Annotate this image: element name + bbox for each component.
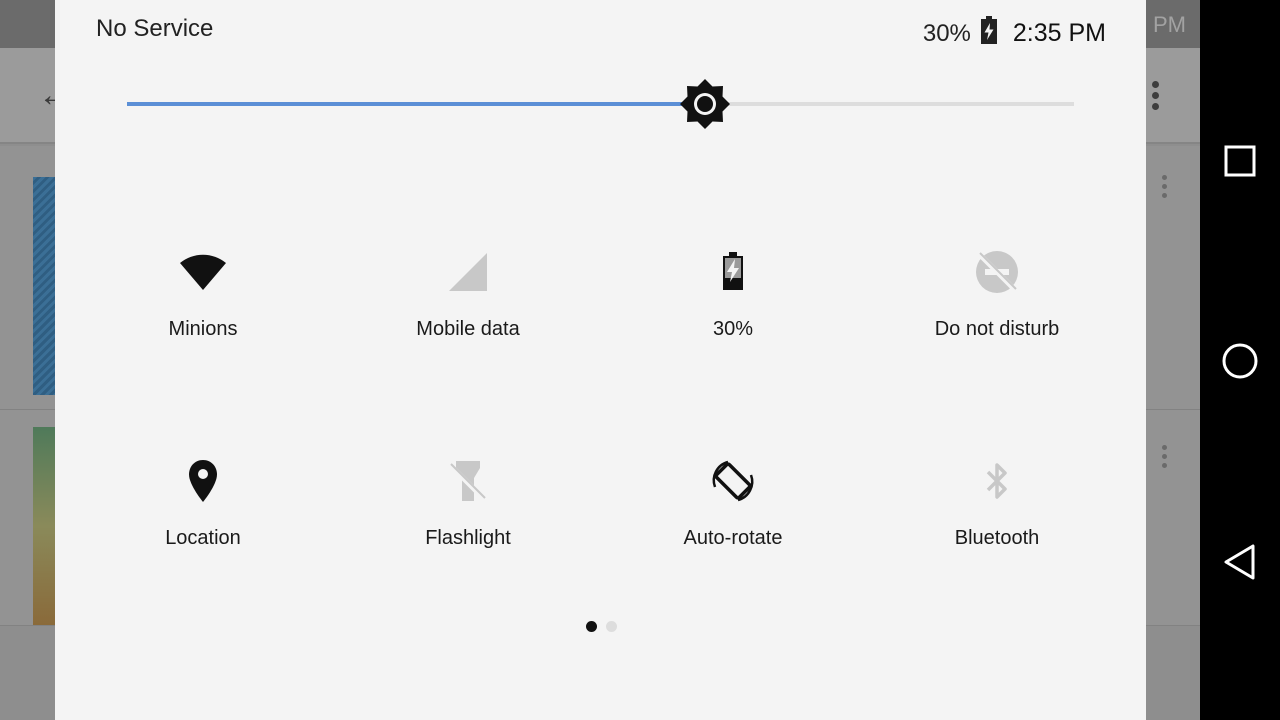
brightness-fill [127, 102, 705, 106]
tile-do-not-disturb[interactable]: Do not disturb [867, 248, 1127, 368]
auto-rotate-icon [709, 457, 757, 505]
tile-label: 30% [712, 318, 754, 340]
tile-label: Location [165, 527, 241, 549]
tile-label: Minions [168, 318, 238, 340]
back-button[interactable] [1216, 538, 1264, 586]
tile-wifi[interactable]: Minions [73, 248, 333, 368]
tile-label: Mobile data [416, 318, 520, 340]
status-clock: 2:35 PM [1012, 19, 1106, 47]
tile-label: Bluetooth [954, 527, 1040, 549]
bluetooth-icon [973, 457, 1021, 505]
home-button[interactable] [1216, 337, 1264, 385]
tile-label: Flashlight [425, 527, 511, 549]
cellular-signal-icon [444, 248, 492, 296]
tile-bluetooth[interactable]: Bluetooth [867, 457, 1127, 577]
overflow-menu-icon [1152, 81, 1160, 114]
navigation-bar [1200, 0, 1280, 720]
battery-percent: 30% [922, 19, 971, 47]
page-indicator [586, 621, 626, 632]
location-pin-icon [179, 457, 227, 505]
tile-mobile-data[interactable]: Mobile data [338, 248, 598, 368]
card-overflow-icon [1162, 175, 1170, 202]
battery-charging-icon [979, 15, 999, 52]
tile-location[interactable]: Location [73, 457, 333, 577]
page-dot [606, 621, 617, 632]
do-not-disturb-icon [973, 248, 1021, 296]
status-right: 30% 2:35 PM [923, 15, 1106, 52]
back-triangle-icon [1224, 544, 1255, 580]
page-dot-active [586, 621, 597, 632]
wifi-icon [179, 248, 227, 296]
carrier-status: No Service [96, 15, 214, 42]
tile-flashlight[interactable]: Flashlight [338, 457, 598, 577]
tile-label: Auto-rotate [683, 527, 783, 549]
tile-battery[interactable]: 30% [603, 248, 863, 368]
brightness-slider[interactable] [127, 78, 1074, 130]
quick-settings-panel: No Service 30% 2:35 PM Minions Mobile da… [55, 0, 1146, 720]
battery-charging-icon [709, 248, 757, 296]
background-thumbnail [33, 427, 55, 625]
card-overflow-icon [1162, 445, 1170, 472]
recents-button[interactable] [1216, 137, 1264, 185]
brightness-icon[interactable] [679, 78, 731, 130]
tile-auto-rotate[interactable]: Auto-rotate [603, 457, 863, 577]
background-thumbnail [33, 177, 55, 395]
tile-label: Do not disturb [934, 318, 1060, 340]
recents-square-icon [1224, 145, 1256, 177]
home-circle-icon [1222, 343, 1258, 379]
flashlight-icon [444, 457, 492, 505]
